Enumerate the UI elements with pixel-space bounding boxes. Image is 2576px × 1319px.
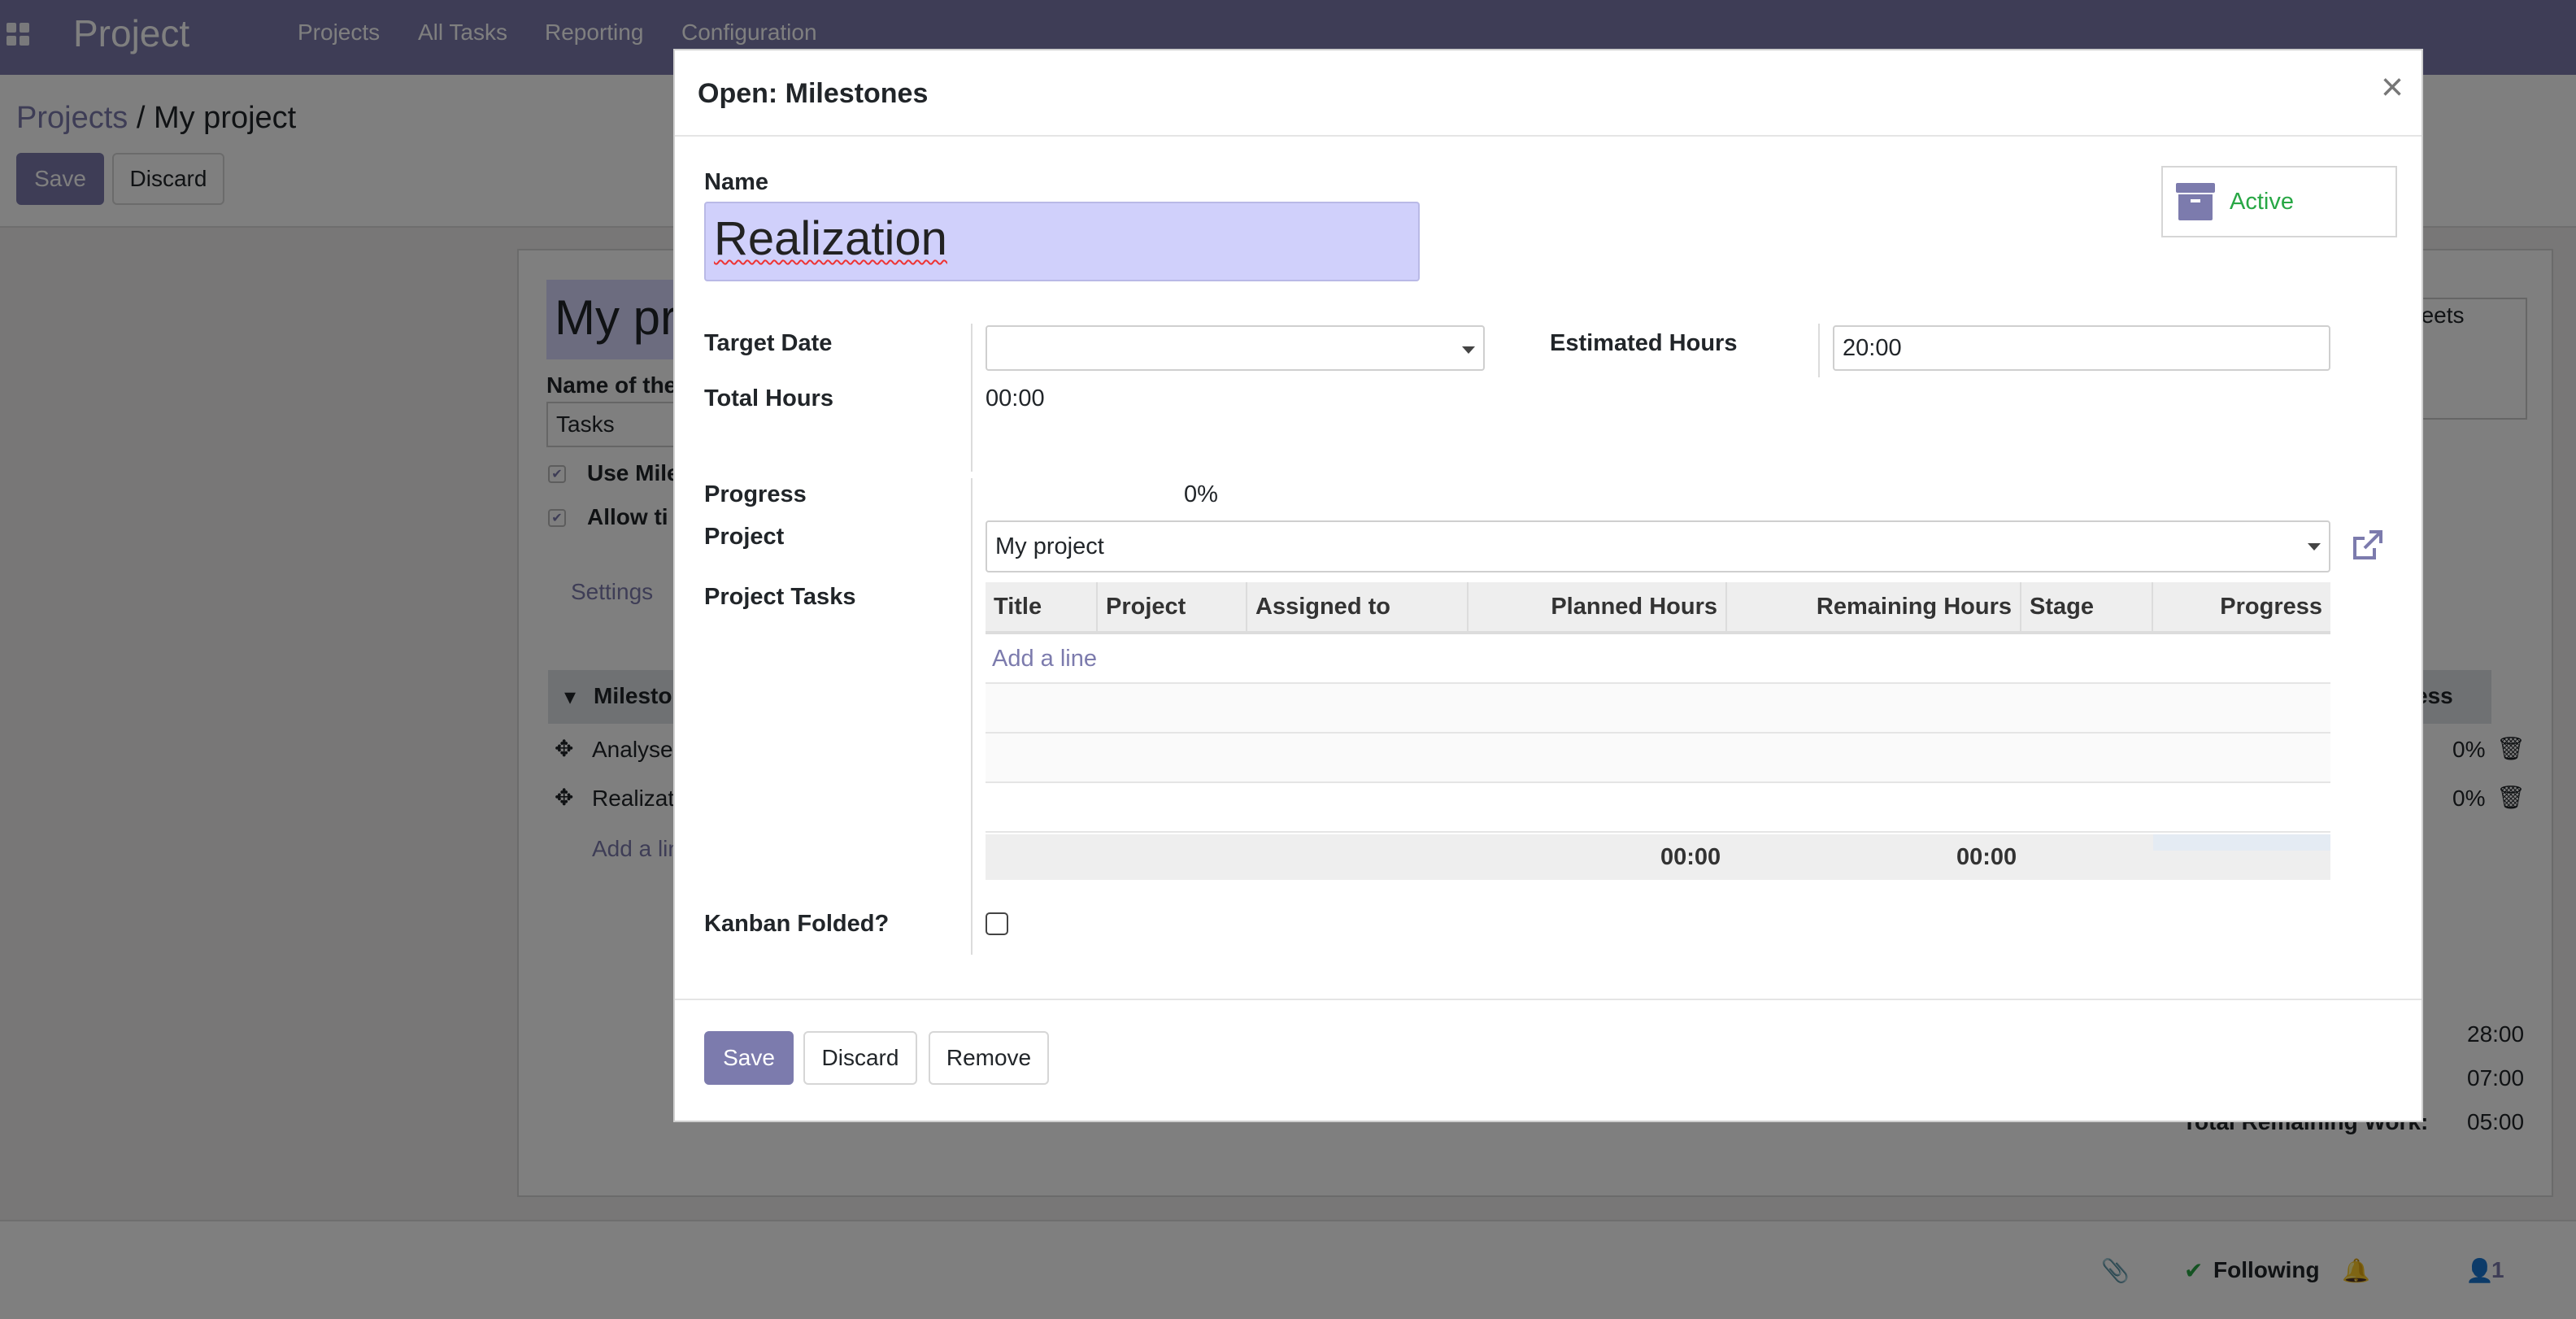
archive-icon (2176, 183, 2215, 220)
active-toggle-button[interactable]: Active (2161, 166, 2397, 237)
progress-label: Progress (704, 481, 807, 507)
dialog-header: Open: Milestones × (675, 50, 2422, 137)
column-remaining-hours[interactable]: Remaining Hours (1727, 582, 2021, 631)
name-input[interactable]: Realization (704, 202, 1420, 281)
chevron-down-icon (2308, 543, 2321, 551)
kanban-folded-checkbox[interactable] (986, 912, 1008, 935)
project-value: My project (995, 533, 1104, 559)
target-date-input[interactable] (986, 325, 1485, 371)
column-title[interactable]: Title (986, 582, 1098, 631)
progress-value: 0% (1184, 481, 1218, 507)
project-select[interactable]: My project (986, 520, 2330, 572)
name-value: Realization (714, 212, 947, 265)
chevron-down-icon (1462, 346, 1475, 354)
table-row (986, 734, 2330, 783)
total-hours-value: 00:00 (986, 385, 1045, 411)
estimated-hours-label: Estimated Hours (1550, 330, 1738, 356)
total-remaining-hours: 00:00 (1956, 844, 2017, 870)
field-separator (1818, 324, 1820, 377)
close-icon[interactable]: × (2381, 68, 2404, 107)
discard-button[interactable]: Discard (803, 1031, 917, 1085)
column-progress[interactable]: Progress (2153, 582, 2330, 631)
table-header: Title Project Assigned to Planned Hours … (986, 582, 2330, 634)
dialog-footer: Save Discard Remove (675, 999, 2422, 1122)
table-row (986, 684, 2330, 734)
total-progress-cell (2153, 834, 2330, 851)
add-a-line-link[interactable]: Add a line (992, 646, 1097, 673)
column-stage[interactable]: Stage (2021, 582, 2153, 631)
name-label: Name (704, 169, 768, 195)
table-footer: 00:00 00:00 (986, 834, 2330, 880)
save-button[interactable]: Save (704, 1031, 794, 1085)
remove-button[interactable]: Remove (929, 1031, 1049, 1085)
column-planned-hours[interactable]: Planned Hours (1469, 582, 1727, 631)
field-separator (971, 478, 973, 955)
project-label: Project (704, 524, 785, 550)
estimated-hours-input[interactable]: 20:00 (1833, 325, 2330, 371)
column-assigned-to[interactable]: Assigned to (1247, 582, 1469, 631)
dialog-title: Open: Milestones (698, 78, 929, 109)
table-row (986, 783, 2330, 833)
milestone-dialog: Open: Milestones × Name Realization Acti… (673, 49, 2423, 1122)
target-date-label: Target Date (704, 330, 833, 356)
active-label: Active (2230, 188, 2294, 215)
external-link-icon[interactable] (2350, 529, 2384, 563)
kanban-folded-label: Kanban Folded? (704, 911, 890, 937)
total-hours-label: Total Hours (704, 385, 833, 411)
table-row: Add a line (986, 634, 2330, 684)
total-planned-hours: 00:00 (1660, 844, 1721, 870)
project-tasks-label: Project Tasks (704, 584, 856, 610)
field-separator (971, 324, 973, 472)
column-project[interactable]: Project (1098, 582, 1247, 631)
